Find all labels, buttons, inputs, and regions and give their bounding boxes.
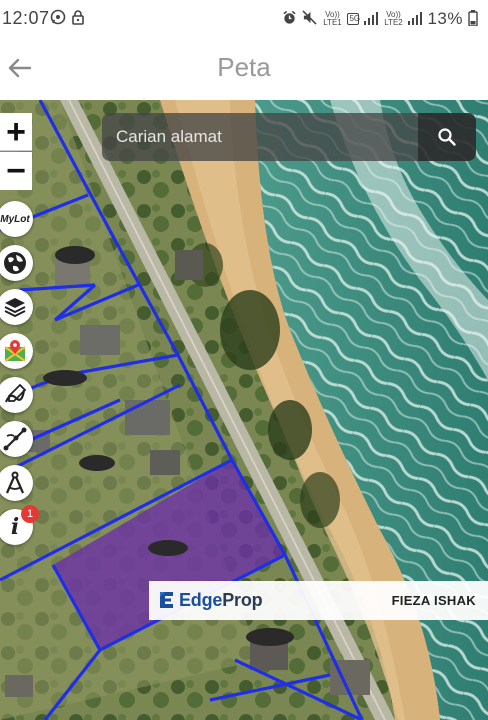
notification-badge: 1 bbox=[21, 505, 39, 523]
brand-prop: Prop bbox=[222, 590, 263, 610]
page-title: Peta bbox=[217, 52, 271, 82]
zoom-out-button[interactable]: − bbox=[0, 152, 32, 190]
mute-icon bbox=[302, 10, 318, 28]
layers-icon bbox=[4, 298, 26, 318]
info-icon: i bbox=[10, 514, 20, 540]
network-label-1: Vo)) LTE1 bbox=[323, 10, 342, 27]
mylot-logo: MyLot bbox=[0, 213, 30, 225]
search-input[interactable] bbox=[102, 113, 418, 161]
status-bar: 12:07 Vo)) LTE1 5G Vo)) LTE2 13% bbox=[0, 0, 488, 38]
network-label-3: Vo)) LTE2 bbox=[384, 10, 403, 27]
edgeprop-brand: EdgeProp bbox=[179, 590, 263, 611]
satellite-imagery bbox=[0, 100, 488, 720]
lock-icon bbox=[70, 9, 86, 25]
map-pin-icon bbox=[4, 340, 26, 362]
network-label-2: 5G bbox=[347, 13, 361, 25]
agent-name: FIEZA ISHAK bbox=[391, 593, 476, 608]
status-right: Vo)) LTE1 5G Vo)) LTE2 13% bbox=[282, 9, 478, 29]
app-bar: Peta bbox=[0, 38, 488, 100]
draw-icon bbox=[4, 383, 27, 403]
whatsapp-icon bbox=[50, 9, 66, 25]
edgeprop-logo-icon bbox=[160, 592, 173, 608]
status-time: 12:07 bbox=[2, 8, 50, 28]
edgeprop-watermark: EdgeProp FIEZA ISHAK bbox=[149, 581, 488, 620]
status-left-icons bbox=[50, 9, 86, 25]
brand-edge: Edge bbox=[179, 590, 223, 610]
map-view[interactable]: + − MyLot i 1 EdgeProp FIEZA ISHAK bbox=[0, 100, 488, 720]
measure-icon bbox=[3, 427, 27, 451]
zoom-in-button[interactable]: + bbox=[0, 113, 32, 151]
globe-icon bbox=[4, 252, 26, 274]
address-search[interactable] bbox=[102, 113, 418, 161]
search-button[interactable] bbox=[418, 113, 476, 161]
battery-percent: 13% bbox=[427, 9, 463, 28]
compass-icon bbox=[5, 471, 25, 494]
magnifier-icon bbox=[438, 128, 456, 146]
signal-icon-2 bbox=[408, 11, 423, 28]
alarm-icon bbox=[282, 10, 297, 28]
battery-icon bbox=[468, 9, 478, 29]
signal-icon bbox=[364, 11, 379, 28]
